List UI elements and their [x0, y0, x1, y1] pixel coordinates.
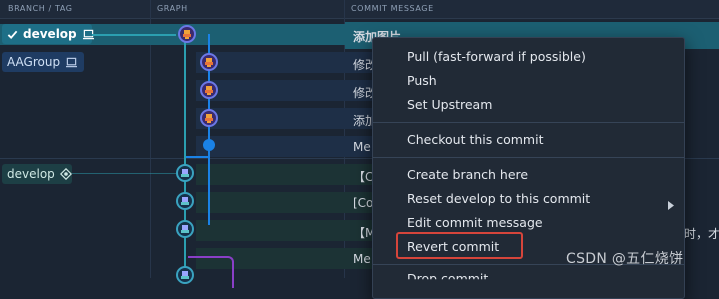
commit-avatar[interactable] [200, 53, 218, 71]
watermark-text: CSDN @五仁烧饼 [566, 251, 684, 267]
menu-separator [373, 122, 684, 123]
commit-avatar[interactable] [200, 81, 218, 99]
menu-item-create-branch[interactable]: Create branch here [407, 167, 528, 182]
truncated-message-text: 时，才 [684, 227, 719, 241]
branch-label: AAGroup [7, 55, 61, 69]
commit-message: Me [353, 252, 371, 266]
menu-item-checkout-commit[interactable]: Checkout this commit [407, 132, 543, 147]
menu-separator [373, 157, 684, 158]
branch-chip-aagroup[interactable]: AAGroup [2, 52, 84, 72]
menu-item-push[interactable]: Push [407, 73, 437, 88]
target-icon [59, 168, 72, 180]
graph-merge-connector [186, 156, 208, 158]
branch-label: develop [7, 167, 55, 181]
branch-connector [92, 34, 176, 36]
branch-tag-header[interactable]: BRANCH / TAG [8, 4, 73, 13]
column-header: BRANCH / TAG GRAPH COMMIT MESSAGE [0, 0, 719, 19]
commit-avatar[interactable] [178, 25, 196, 43]
revert-highlight-box [396, 232, 523, 259]
commit-message: 【C [353, 170, 374, 184]
menu-item-edit-commit-message[interactable]: Edit commit message [407, 215, 543, 230]
commit-avatar[interactable] [176, 220, 194, 238]
commit-message: [Co [353, 196, 374, 210]
commit-avatar[interactable] [200, 109, 218, 127]
branch-chip-develop-active[interactable]: develop [2, 24, 94, 44]
check-icon [7, 29, 18, 40]
menu-item-reset-to-commit[interactable]: Reset develop to this commit [407, 191, 590, 206]
submenu-arrow-icon [668, 195, 674, 214]
menu-item-pull[interactable]: Pull (fast-forward if possible) [407, 49, 586, 64]
commit-avatar[interactable] [176, 266, 194, 284]
branch-label: develop [23, 27, 77, 41]
graph-line-blue-lower [208, 145, 210, 225]
commit-message: Me [353, 140, 371, 154]
graph-line-purple [188, 256, 234, 288]
branch-connector [72, 173, 176, 174]
commit-avatar[interactable] [176, 192, 194, 210]
merge-commit-dot[interactable] [203, 139, 215, 151]
menu-item-drop-commit[interactable]: Drop commit [407, 271, 488, 279]
row-highlight-left [176, 24, 344, 45]
commit-message-header[interactable]: COMMIT MESSAGE [351, 4, 434, 13]
branch-chip-develop-remote[interactable]: develop [2, 164, 72, 184]
laptop-icon [65, 57, 78, 68]
menu-item-set-upstream[interactable]: Set Upstream [407, 97, 492, 112]
graph-header[interactable]: GRAPH [157, 4, 188, 13]
commit-avatar[interactable] [176, 164, 194, 182]
